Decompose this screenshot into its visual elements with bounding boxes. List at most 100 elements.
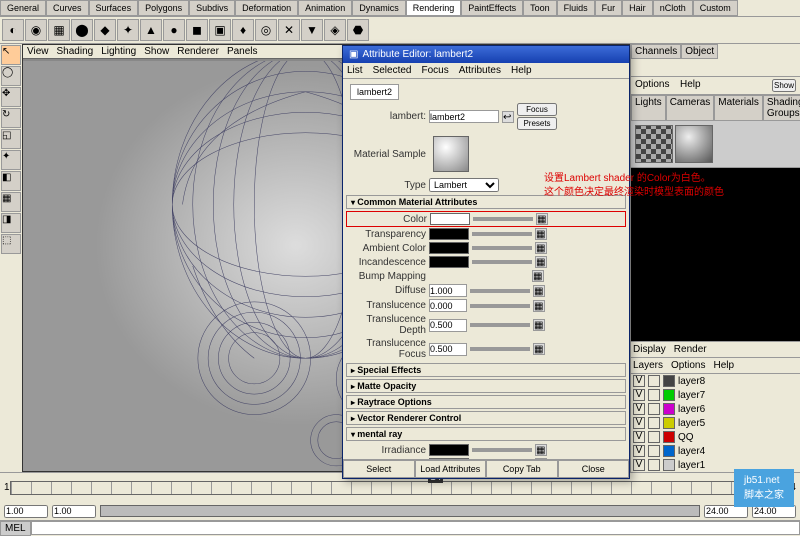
layer-menu-item[interactable]: Help bbox=[713, 360, 734, 371]
go-input-icon[interactable]: ↩ bbox=[502, 111, 514, 123]
tool-icon[interactable]: ◧ bbox=[1, 171, 21, 191]
dlg-menu-item[interactable]: Help bbox=[511, 65, 532, 76]
vp-menu-item[interactable]: Renderer bbox=[177, 46, 219, 57]
rotate-tool-icon[interactable]: ↻ bbox=[1, 108, 21, 128]
shelf-tool-icon[interactable]: ◐ bbox=[2, 19, 24, 41]
layer-state[interactable] bbox=[648, 403, 660, 415]
map-button-icon[interactable]: ▦ bbox=[533, 300, 545, 312]
value-input[interactable] bbox=[429, 284, 467, 297]
panel-tab[interactable]: Channels bbox=[631, 44, 681, 59]
layer-state[interactable] bbox=[648, 389, 660, 401]
vp-menu-item[interactable]: Lighting bbox=[101, 46, 136, 57]
map-button-icon[interactable]: ▦ bbox=[535, 242, 547, 254]
color-swatch[interactable] bbox=[429, 256, 469, 268]
vp-menu-item[interactable]: Show bbox=[144, 46, 169, 57]
layer-row[interactable]: Vlayer6 bbox=[631, 402, 800, 416]
layer-state[interactable] bbox=[648, 375, 660, 387]
shelf-tool-icon[interactable]: ✕ bbox=[278, 19, 300, 41]
section-vec[interactable]: Vector Renderer Control bbox=[346, 411, 626, 425]
shelf-tool-icon[interactable]: ⬣ bbox=[347, 19, 369, 41]
tab-display[interactable]: Display bbox=[633, 344, 666, 355]
shelf-tab[interactable]: General bbox=[0, 0, 46, 16]
vis-toggle[interactable]: V bbox=[633, 389, 645, 401]
layer-color[interactable] bbox=[663, 445, 675, 457]
color-swatch[interactable] bbox=[429, 458, 469, 459]
shelf-tool-icon[interactable]: ♦ bbox=[232, 19, 254, 41]
map-button-icon[interactable]: ▦ bbox=[535, 444, 547, 456]
vis-toggle[interactable]: V bbox=[633, 403, 645, 415]
slider[interactable] bbox=[470, 304, 530, 308]
slider[interactable] bbox=[472, 448, 532, 452]
map-button-icon[interactable]: ▦ bbox=[535, 228, 547, 240]
layer-row[interactable]: Vlayer4 bbox=[631, 444, 800, 458]
range-start[interactable] bbox=[4, 505, 48, 518]
shelf-tool-icon[interactable]: ⬤ bbox=[71, 19, 93, 41]
vp-menu-item[interactable]: Panels bbox=[227, 46, 258, 57]
section-ray[interactable]: Raytrace Options bbox=[346, 395, 626, 409]
panel-tab[interactable]: Object bbox=[681, 44, 718, 59]
vis-toggle[interactable]: V bbox=[633, 431, 645, 443]
shelf-tab[interactable]: Polygons bbox=[138, 0, 189, 16]
section-mr[interactable]: mental ray bbox=[346, 427, 626, 441]
slider[interactable] bbox=[470, 323, 530, 327]
time-ticks[interactable]: 14 bbox=[10, 481, 785, 495]
shelf-tab[interactable]: PaintEffects bbox=[461, 0, 523, 16]
layer-color[interactable] bbox=[663, 375, 675, 387]
layer-row[interactable]: VQQ bbox=[631, 430, 800, 444]
slider[interactable] bbox=[472, 232, 532, 236]
node-tab[interactable]: lambert2 bbox=[350, 84, 399, 100]
map-button-icon[interactable]: ▦ bbox=[533, 319, 545, 331]
shelf-tool-icon[interactable]: ● bbox=[163, 19, 185, 41]
range-min[interactable] bbox=[52, 505, 96, 518]
hyper-tab[interactable]: Shading Groups bbox=[763, 95, 800, 121]
shelf-tab[interactable]: nCloth bbox=[653, 0, 693, 16]
slider[interactable] bbox=[473, 217, 533, 221]
color-swatch[interactable] bbox=[429, 444, 469, 456]
slider[interactable] bbox=[470, 347, 530, 351]
slider[interactable] bbox=[472, 246, 532, 250]
shelf-tab[interactable]: Deformation bbox=[235, 0, 298, 16]
layer-state[interactable] bbox=[648, 417, 660, 429]
swatch-shader[interactable] bbox=[675, 125, 713, 163]
load-attributes-button[interactable]: Load Attributes bbox=[415, 460, 487, 478]
layer-menu-item[interactable]: Layers bbox=[633, 360, 663, 371]
color-swatch[interactable] bbox=[429, 242, 469, 254]
dlg-menu-item[interactable]: List bbox=[347, 65, 363, 76]
shelf-tool-icon[interactable]: ◎ bbox=[255, 19, 277, 41]
show-button[interactable]: Show bbox=[772, 79, 796, 92]
color-swatch[interactable] bbox=[429, 228, 469, 240]
copy-tab-button[interactable]: Copy Tab bbox=[486, 460, 558, 478]
layer-state[interactable] bbox=[648, 431, 660, 443]
vis-toggle[interactable]: V bbox=[633, 417, 645, 429]
layer-state[interactable] bbox=[648, 459, 660, 471]
layer-row[interactable]: Vlayer8 bbox=[631, 374, 800, 388]
shelf-tab[interactable]: Dynamics bbox=[352, 0, 406, 16]
shelf-tab[interactable]: Toon bbox=[523, 0, 557, 16]
map-button-icon[interactable]: ▦ bbox=[533, 343, 545, 355]
map-button-icon[interactable]: ▦ bbox=[535, 458, 547, 459]
shelf-tool-icon[interactable]: ◈ bbox=[324, 19, 346, 41]
map-button-icon[interactable]: ▦ bbox=[533, 285, 545, 297]
layer-color[interactable] bbox=[663, 389, 675, 401]
color-swatch[interactable] bbox=[430, 213, 470, 225]
dlg-menu-item[interactable]: Focus bbox=[421, 65, 448, 76]
shelf-tab[interactable]: Surfaces bbox=[89, 0, 139, 16]
vp-menu-item[interactable]: Shading bbox=[57, 46, 94, 57]
scale-tool-icon[interactable]: ◱ bbox=[1, 129, 21, 149]
layer-row[interactable]: Vlayer5 bbox=[631, 416, 800, 430]
tool-icon[interactable]: ⬚ bbox=[1, 234, 21, 254]
map-button-icon[interactable]: ▦ bbox=[536, 213, 548, 225]
shelf-tab[interactable]: Fur bbox=[595, 0, 623, 16]
dialog-titlebar[interactable]: ▣ Attribute Editor: lambert2 bbox=[343, 46, 629, 63]
dlg-menu-item[interactable]: Selected bbox=[373, 65, 412, 76]
shelf-tab[interactable]: Curves bbox=[46, 0, 89, 16]
presets-button[interactable]: Presets bbox=[517, 117, 557, 130]
layer-color[interactable] bbox=[663, 403, 675, 415]
select-tool-icon[interactable]: ↖ bbox=[1, 45, 21, 65]
hyper-tab[interactable]: Lights bbox=[631, 95, 666, 121]
tool-icon[interactable]: ▦ bbox=[1, 192, 21, 212]
layer-menu-item[interactable]: Options bbox=[671, 360, 705, 371]
shelf-tool-icon[interactable]: ◉ bbox=[25, 19, 47, 41]
range-bar[interactable] bbox=[100, 505, 700, 517]
focus-button[interactable]: Focus bbox=[517, 103, 557, 116]
